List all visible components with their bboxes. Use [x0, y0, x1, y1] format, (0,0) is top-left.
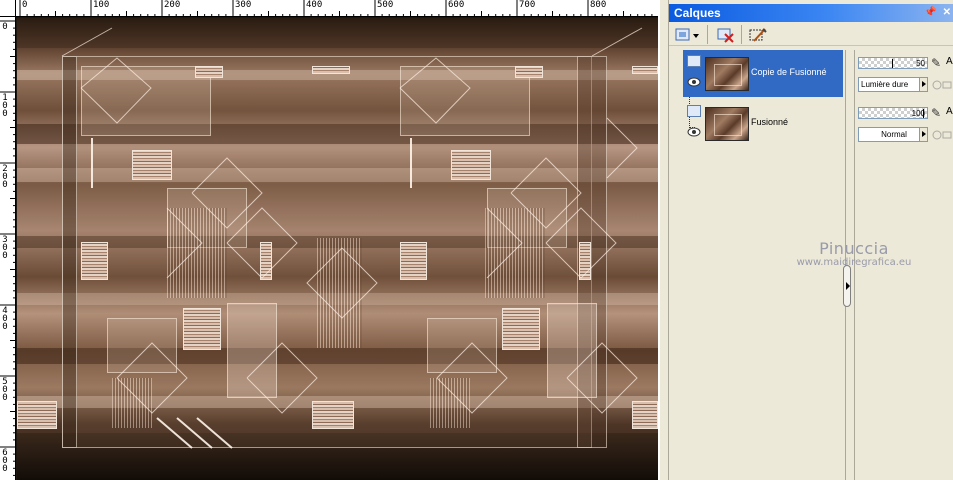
close-icon[interactable]: ✕ — [943, 4, 951, 22]
link-icon[interactable] — [932, 129, 952, 141]
watermark: Pinuccia www.maidiregrafica.eu — [794, 239, 914, 268]
eye-icon[interactable] — [687, 127, 701, 137]
layer-row-fusionne[interactable]: Fusionné — [683, 100, 843, 147]
layer-type-icon — [687, 105, 701, 117]
watermark-signature: Pinuccia — [819, 239, 889, 258]
palette-title: Calques — [674, 6, 721, 20]
layer-type-icon — [687, 55, 701, 67]
ruler-label: 500 — [377, 0, 394, 10]
layer-name: Copie de Fusionné — [751, 67, 827, 77]
side-label: A — [946, 106, 953, 117]
image-canvas-window[interactable]: 0 100 200 300 400 500 600 700 800 0 100 200 300 400 5… — [0, 0, 660, 480]
link-icon[interactable] — [932, 79, 952, 91]
side-label: A — [946, 56, 953, 67]
blend-mode-value: Normal — [881, 130, 907, 139]
layers-palette: Calques 📌 ✕ Copie de Fusionné Fusionné 5… — [668, 0, 953, 480]
horizontal-ruler: 0 100 200 300 400 500 600 700 800 — [16, 0, 658, 17]
edit-selection-icon — [749, 27, 767, 42]
delete-layer-button[interactable] — [713, 25, 739, 44]
eye-icon[interactable] — [687, 77, 701, 87]
app-window: 0 100 200 300 400 500 600 700 800 0 100 200 300 400 5… — [0, 0, 953, 480]
layer-name: Fusionné — [751, 117, 789, 127]
palette-toolbar — [669, 22, 953, 46]
opacity-slider[interactable]: 100 — [858, 107, 928, 119]
ruler-label: 300 — [235, 0, 252, 10]
ruler-label: 200 — [164, 0, 181, 10]
blend-mode-select[interactable]: Lumière dure — [858, 77, 928, 92]
opacity-knob[interactable] — [892, 59, 898, 68]
ruler-label: 400 — [2, 306, 8, 332]
artwork-background — [17, 18, 658, 480]
blend-mode-value: Lumière dure — [861, 80, 909, 89]
brush-icon[interactable]: ✎ — [931, 56, 941, 70]
ruler-label: 400 — [306, 0, 323, 10]
ruler-label: 800 — [590, 0, 607, 10]
layers-area: Copie de Fusionné Fusionné 50 ✎ A Lumièr… — [669, 47, 953, 480]
watermark-url: www.maidiregrafica.eu — [796, 257, 912, 268]
ruler-label: 100 — [2, 93, 8, 119]
delete-layer-icon — [717, 28, 734, 43]
edit-selection-button[interactable] — [745, 25, 771, 44]
artwork-image[interactable] — [17, 18, 658, 480]
blend-mode-select[interactable]: Normal — [858, 127, 928, 142]
dropdown-arrow-icon[interactable] — [919, 128, 927, 141]
ruler-label: 100 — [93, 0, 110, 10]
opacity-knob[interactable] — [923, 109, 929, 118]
vertical-ruler: 0 100 200 300 400 500 600 — [0, 17, 16, 480]
ruler-label: 700 — [519, 0, 536, 10]
pin-icon[interactable]: 📌 — [924, 4, 936, 22]
brush-icon[interactable]: ✎ — [931, 106, 941, 120]
new-layer-button[interactable] — [673, 25, 703, 44]
opacity-value: 50 — [916, 59, 925, 68]
palette-title-bar[interactable]: Calques 📌 ✕ — [669, 4, 953, 22]
diamond-pattern — [61, 27, 643, 449]
layer-props-1: 50 ✎ A Lumière dure — [857, 52, 953, 99]
ruler-label: 200 — [2, 164, 8, 190]
layer-thumbnail — [705, 107, 749, 141]
ruler-corner — [0, 0, 16, 17]
new-layer-icon — [675, 28, 699, 40]
layer-thumbnail — [705, 57, 749, 91]
ruler-label: 300 — [2, 235, 8, 261]
layer-props-2: 100 ✎ A Normal — [857, 102, 953, 149]
dropdown-arrow-icon[interactable] — [919, 78, 927, 91]
ruler-label: 600 — [2, 448, 8, 474]
ruler-label: 0 — [2, 22, 8, 32]
layer-row-copie-de-fusionne[interactable]: Copie de Fusionné — [683, 50, 843, 97]
ruler-label: 600 — [448, 0, 465, 10]
ruler-label: 0 — [22, 0, 28, 10]
opacity-slider[interactable]: 50 — [858, 57, 928, 69]
splitter-handle[interactable] — [843, 265, 851, 307]
ruler-label: 500 — [2, 377, 8, 403]
